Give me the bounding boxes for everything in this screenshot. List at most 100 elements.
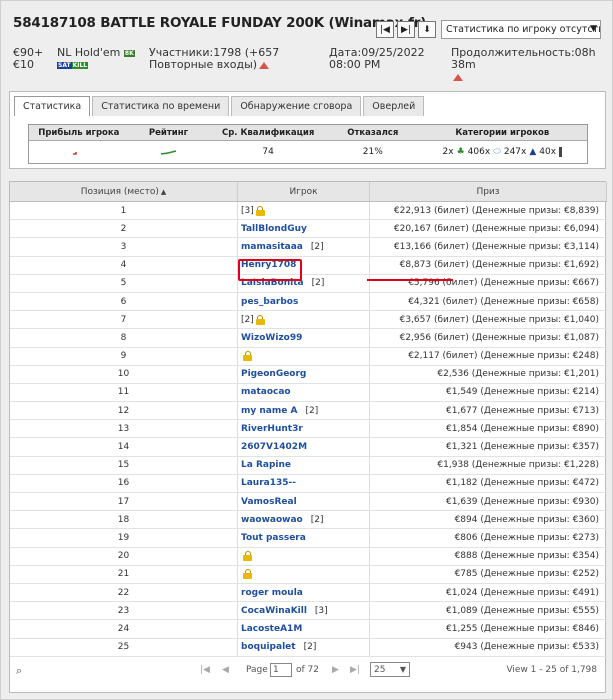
player-name[interactable]: pes_barbos [241, 297, 298, 307]
table-row[interactable]: 12 my name A [2] €1,677 (Денежные призы: €7… [10, 402, 607, 421]
player-name[interactable]: CocaWinaKill [241, 606, 307, 616]
player-cell[interactable]: RiverHunt3r [238, 420, 370, 438]
prev-page-icon[interactable]: ◀ [222, 665, 229, 675]
player-name[interactable]: roger moula [241, 588, 303, 598]
badge-sat: SAT [57, 61, 72, 69]
last-icon[interactable]: ▶| [397, 21, 415, 38]
player-name[interactable]: TallBlondGuy [241, 224, 307, 234]
next-page-icon[interactable]: ▶ [332, 665, 339, 675]
table-row[interactable]: 2 TallBlondGuy €20,167 (билет) (Денежные п… [10, 220, 607, 239]
player-name[interactable]: VamosReal [241, 497, 297, 507]
first-icon[interactable]: |◀ [376, 21, 394, 38]
table-row[interactable]: 20 €888 (Денежные призы: €354) [10, 547, 607, 566]
first-page-icon[interactable]: |◀ [200, 665, 210, 675]
table-row[interactable]: 1 [3] €22,913 (билет) (Денежные призы: €8,… [10, 202, 607, 221]
table-row[interactable]: 24 LacosteA1M €1,255 (Денежные призы: €846… [10, 620, 607, 639]
header-player[interactable]: Игрок [238, 182, 370, 201]
table-row[interactable]: 19 Tout passera €806 (Денежные призы: €273… [10, 529, 607, 548]
player-name[interactable]: PigeonGeorg [241, 369, 306, 379]
position-cell: 17 [10, 493, 238, 511]
table-row[interactable]: 17 VamosReal €1,639 (Денежные призы: €930) [10, 493, 607, 512]
results-grid: Позиция (место) ▲ Игрок Приз 1 [3] €22,913… [9, 181, 607, 693]
last-page-icon[interactable]: ▶| [350, 665, 360, 675]
player-name[interactable]: 2607V1402M [241, 442, 307, 452]
page-label: Page [246, 665, 268, 675]
table-row[interactable]: 14 2607V1402M €1,321 (Денежные призы: €357… [10, 438, 607, 457]
header-position[interactable]: Позиция (место) ▲ [10, 182, 238, 201]
player-cell[interactable]: CocaWinaKill [3] [238, 602, 370, 620]
header-refused: Отказался [347, 127, 399, 138]
player-name[interactable]: my name A [241, 406, 297, 416]
table-row[interactable]: 9 €2,117 (билет) (Денежные призы: €248) [10, 347, 607, 366]
table-row[interactable]: 8 WizoWizo99 €2,956 (билет) (Денежные приз… [10, 329, 607, 348]
player-name[interactable]: RiverHunt3r [241, 424, 303, 434]
table-row[interactable]: 4 Henry1708 €8,873 (билет) (Денежные призы… [10, 256, 607, 275]
position-cell: 9 [10, 347, 238, 365]
table-row[interactable]: 6 pes_barbos €4,321 (билет) (Денежные приз… [10, 292, 607, 312]
player-stats-select[interactable]: Статистика по игроку отсутствует ▼ [441, 20, 601, 39]
lock-icon [243, 351, 252, 362]
player-cell[interactable]: WizoWizo99 [238, 329, 370, 347]
player-cell[interactable] [238, 565, 370, 583]
player-cell[interactable]: [2] [238, 311, 370, 329]
player-cell[interactable]: pes_barbos [238, 292, 370, 311]
position-cell: 2 [10, 220, 238, 238]
player-name[interactable]: LacosteA1M [241, 624, 302, 634]
player-name[interactable]: Tout passera [241, 533, 306, 543]
player-cell[interactable]: TallBlondGuy [238, 220, 370, 238]
table-row[interactable]: 10 PigeonGeorg €2,536 (Денежные призы: €1,… [10, 365, 607, 384]
player-cell[interactable]: roger moula [238, 583, 370, 602]
position-cell: 24 [10, 620, 238, 638]
whale-icon: ⬭ [493, 147, 501, 157]
table-row[interactable]: 25 boquipalet [2] €943 (Денежные призы: €53… [10, 638, 607, 657]
table-row[interactable]: 23 CocaWinaKill [3] €1,089 (Денежные призы:… [10, 602, 607, 621]
tab-time-stats[interactable]: Статистика по времени [92, 96, 230, 116]
header-prize[interactable]: Приз [370, 182, 607, 201]
player-cell[interactable]: VamosReal [238, 493, 370, 511]
player-cell[interactable]: PigeonGeorg [238, 365, 370, 383]
player-name[interactable]: waowaowao [241, 515, 303, 525]
player-name[interactable]: boquipalet [241, 642, 296, 652]
table-row[interactable]: 11 mataocao €1,549 (Денежные призы: €214) [10, 383, 607, 403]
prize-cell: €806 (Денежные призы: €273) [454, 532, 599, 543]
player-cell[interactable]: waowaowao [2] [238, 511, 370, 529]
player-name[interactable]: mamasitaaa [241, 242, 303, 252]
player-name[interactable]: La Rapine [241, 460, 291, 470]
tab-collusion[interactable]: Обнаружение сговора [231, 96, 362, 116]
player-cell[interactable]: LacosteA1M [238, 620, 370, 638]
download-icon[interactable]: ⬇ [418, 21, 436, 38]
player-name[interactable]: Laura135-- [241, 478, 296, 488]
player-cell[interactable]: mamasitaaa [2] [238, 238, 370, 256]
table-row[interactable]: 15 La Rapine €1,938 (Денежные призы: €1,22… [10, 456, 607, 475]
player-cell[interactable]: my name A [2] [238, 402, 370, 420]
player-cell[interactable] [238, 347, 370, 365]
player-cell[interactable]: 2607V1402M [238, 438, 370, 456]
player-cell[interactable]: La Rapine [238, 456, 370, 474]
player-name[interactable]: mataocao [241, 387, 291, 397]
table-row[interactable]: 21 €785 (Денежные призы: €252) [10, 565, 607, 584]
tournament-title: 584187108 BATTLE ROYALE FUNDAY 200K (Win… [13, 15, 427, 31]
player-cell[interactable]: boquipalet [2] [238, 638, 370, 656]
table-row[interactable]: 5 LaIslaBonita [2] €5,796 (билет) (Денежные… [10, 274, 607, 293]
table-row[interactable]: 7 [2] €3,657 (билет) (Денежные призы: €1,0… [10, 311, 607, 330]
fish-icon: ♣ [456, 147, 465, 157]
table-row[interactable]: 3 mamasitaaa [2] €13,166 (билет) (Денежные … [10, 238, 607, 257]
chevron-down-icon: ▼ [399, 665, 406, 674]
tab-overlay[interactable]: Оверлей [363, 96, 425, 116]
table-row[interactable]: 13 RiverHunt3r €1,854 (Денежные призы: €89… [10, 420, 607, 439]
player-cell[interactable]: [3] [238, 202, 370, 220]
search-icon[interactable]: ⌕ [16, 664, 22, 678]
tab-stats[interactable]: Статистика [14, 96, 91, 116]
player-cell[interactable]: Tout passera [238, 529, 370, 547]
table-row[interactable]: 22 roger moula €1,024 (Денежные призы: €49… [10, 583, 607, 603]
header-qual: Ср. Квалификация [221, 127, 315, 138]
header-position-label: Позиция (место) [80, 186, 159, 197]
per-page-select[interactable]: 25 ▼ [370, 662, 410, 677]
page-input[interactable]: 1 [270, 663, 292, 677]
table-row[interactable]: 16 Laura135-- €1,182 (Денежные призы: €472… [10, 474, 607, 493]
player-cell[interactable] [238, 547, 370, 565]
table-row[interactable]: 18 waowaowao [2] €894 (Денежные призы: €360… [10, 511, 607, 530]
player-name[interactable]: WizoWizo99 [241, 333, 302, 343]
player-cell[interactable]: mataocao [238, 383, 370, 402]
player-cell[interactable]: Laura135-- [238, 474, 370, 492]
